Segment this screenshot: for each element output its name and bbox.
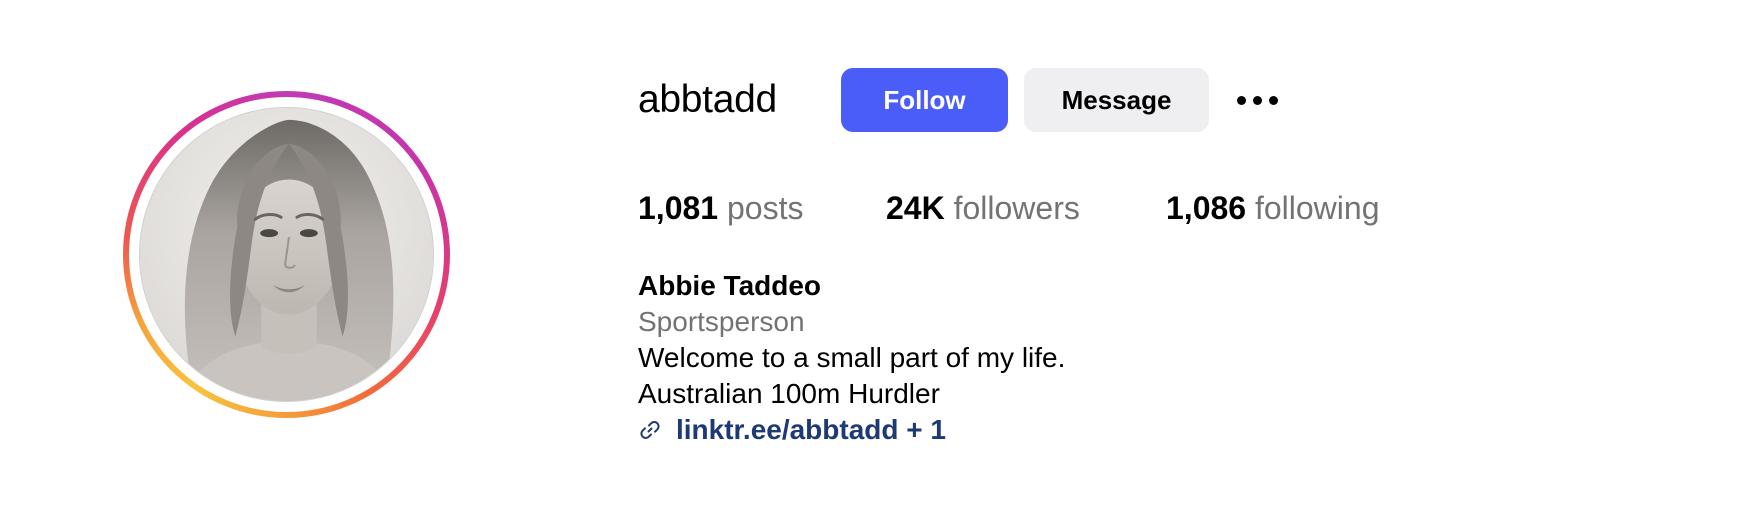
profile-full-name: Abbie Taddeo	[638, 270, 822, 301]
posts-count: 1,081	[638, 190, 719, 226]
posts-label: posts	[726, 190, 804, 226]
message-button[interactable]: Message	[1024, 68, 1209, 132]
bio-line: Australian 100m Hurdler	[638, 378, 940, 409]
avatar[interactable]	[139, 107, 434, 402]
followers-count: 24K	[886, 190, 945, 226]
more-horizontal-icon	[1269, 96, 1278, 105]
link-icon	[640, 421, 660, 439]
avatar-ring-gap	[129, 97, 444, 412]
profile-category: Sportsperson	[638, 306, 805, 337]
following-label: following	[1254, 190, 1380, 226]
avatar-portrait-image	[140, 108, 433, 401]
bio-line: Welcome to a small part of my life.	[638, 342, 1066, 373]
bio-link-text[interactable]: linktr.ee/abbtadd + 1	[676, 412, 946, 448]
more-options-button[interactable]	[1228, 82, 1286, 120]
follow-button[interactable]: Follow	[841, 68, 1008, 132]
posts-stat: 1,081 posts	[638, 188, 803, 228]
following-count: 1,086	[1166, 190, 1247, 226]
more-horizontal-icon	[1253, 96, 1262, 105]
following-stat[interactable]: 1,086 following	[1166, 188, 1379, 228]
avatar-story-ring[interactable]	[123, 91, 450, 418]
more-horizontal-icon	[1237, 96, 1246, 105]
followers-label: followers	[953, 190, 1080, 226]
followers-stat[interactable]: 24K followers	[886, 188, 1080, 228]
profile-username: abbtadd	[638, 78, 777, 121]
